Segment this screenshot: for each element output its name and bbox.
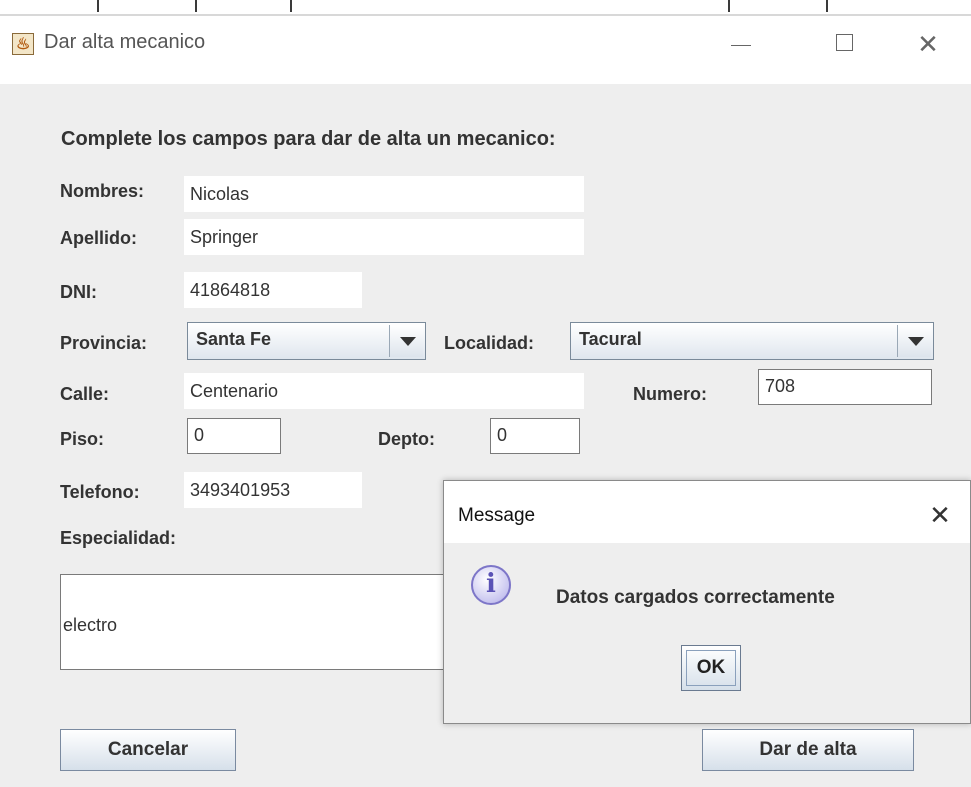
maximize-button[interactable] (822, 24, 868, 64)
provincia-combo[interactable]: Santa Fe (187, 322, 426, 360)
especialidad-label: Especialidad: (60, 528, 177, 548)
form-heading: Complete los campos para dar de alta un … (61, 128, 556, 150)
minimize-icon (731, 45, 751, 46)
especialidad-value: electro (63, 615, 118, 635)
numero-field[interactable]: 708 (758, 369, 932, 405)
strip-divider (728, 0, 730, 12)
localidad-dropdown-button[interactable] (897, 325, 931, 357)
strip-divider (290, 0, 292, 12)
dialog-close-button[interactable]: ✕ (920, 495, 960, 535)
java-cup-icon: ♨ (12, 33, 34, 55)
strip-divider (195, 0, 197, 12)
dialog-body: i Datos cargados correctamente OK (444, 543, 970, 723)
cancelar-button[interactable]: Cancelar (60, 729, 236, 771)
depto-label: Depto: (378, 429, 435, 449)
taskbar-strip (0, 0, 971, 16)
telefono-label: Telefono: (60, 482, 140, 502)
strip-divider (97, 0, 99, 12)
close-button[interactable]: ✕ (905, 24, 951, 64)
nombres-label: Nombres: (60, 181, 145, 201)
numero-label: Numero: (633, 384, 708, 404)
localidad-value: Tacural (579, 329, 642, 349)
focus-ring (686, 650, 736, 686)
info-icon: i (471, 565, 511, 605)
dni-field[interactable]: 41864818 (184, 272, 362, 308)
dar-de-alta-button[interactable]: Dar de alta (702, 729, 914, 771)
maximize-icon (836, 34, 853, 51)
apellido-label: Apellido: (60, 228, 137, 248)
calle-field[interactable]: Centenario (184, 373, 584, 409)
piso-field[interactable]: 0 (187, 418, 281, 454)
localidad-combo[interactable]: Tacural (570, 322, 934, 360)
localidad-label: Localidad: (444, 333, 535, 353)
dni-label: DNI: (60, 282, 97, 302)
ok-button[interactable]: OK (681, 645, 741, 691)
chevron-down-icon (400, 337, 416, 346)
piso-label: Piso: (60, 429, 105, 449)
depto-field[interactable]: 0 (490, 418, 580, 454)
telefono-field[interactable]: 3493401953 (184, 472, 362, 508)
nombres-field[interactable]: Nicolas (184, 176, 584, 212)
message-dialog: Message ✕ i Datos cargados correctamente… (443, 480, 971, 724)
especialidad-textarea[interactable]: electro (60, 574, 490, 670)
apellido-field[interactable]: Springer (184, 219, 584, 255)
dialog-message: Datos cargados correctamente (556, 587, 835, 608)
window-title: Dar alta mecanico (44, 31, 206, 53)
title-bar[interactable]: ♨ Dar alta mecanico ✕ (0, 0, 971, 84)
strip-divider (826, 0, 828, 12)
minimize-button[interactable] (718, 24, 764, 64)
calle-label: Calle: (60, 384, 110, 404)
chevron-down-icon (908, 337, 924, 346)
dialog-title: Message (458, 505, 536, 526)
provincia-value: Santa Fe (196, 329, 272, 349)
provincia-dropdown-button[interactable] (389, 325, 423, 357)
provincia-label: Provincia: (60, 333, 148, 353)
